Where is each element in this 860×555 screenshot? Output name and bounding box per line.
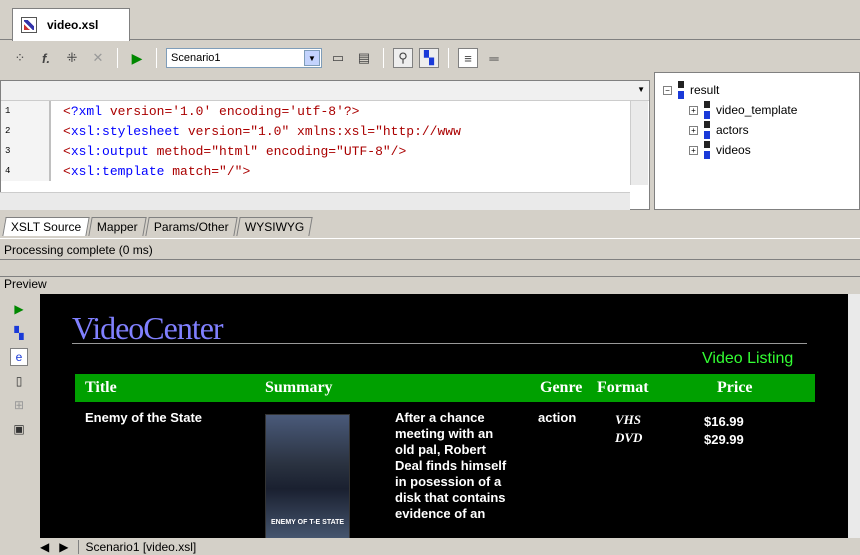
element-icon bbox=[704, 101, 710, 119]
chevron-right-icon[interactable]: ▶ bbox=[59, 540, 68, 554]
align-icon[interactable]: ≡ bbox=[458, 48, 478, 68]
code-line[interactable]: 3 <xsl:output method="html" encoding="UT… bbox=[1, 141, 649, 161]
preview-toolbar: ▶ ▚ e ▯ ⊞ ▣ bbox=[4, 294, 34, 538]
editor-vertical-scrollbar[interactable] bbox=[630, 101, 648, 185]
element-icon bbox=[678, 81, 684, 99]
preview-header: Preview bbox=[0, 276, 860, 294]
table-row: Enemy of the State ENEMY OF T-E STATE Af… bbox=[75, 406, 815, 538]
tree-node-label: video_template bbox=[716, 103, 798, 117]
tree-node[interactable]: + actors bbox=[689, 121, 749, 139]
code-text: <?xml version='1.0' encoding='utf-8'?> bbox=[63, 103, 360, 119]
xsl-file-icon bbox=[21, 17, 37, 33]
debug-icon[interactable]: ⚲ bbox=[393, 48, 413, 68]
scenario-tab-bar: ◀ ▶ Scenario1 [video.xsl] bbox=[0, 538, 860, 555]
breakpoint-icon[interactable]: ⁜ bbox=[62, 48, 82, 68]
code-text: <xsl:output method="html" encoding="UTF-… bbox=[63, 143, 407, 159]
preview-vertical-scrollbar[interactable] bbox=[848, 294, 860, 538]
column-header-summary: Summary bbox=[265, 379, 333, 396]
result-tree-pane: − result + video_template + actors + vid… bbox=[654, 72, 860, 210]
chevron-down-icon[interactable]: ▼ bbox=[637, 85, 645, 94]
tree-view-icon[interactable]: ▚ bbox=[419, 48, 439, 68]
videocenter-logo: VideoCenter bbox=[72, 310, 224, 346]
xslt-toolbar: ⁘ f. ⁜ ✕ ▶ Scenario1 ▼ ▭ ▤ ⚲ ▚ ≡ ═ bbox=[0, 44, 860, 72]
chevron-down-icon[interactable]: ▼ bbox=[304, 50, 320, 66]
xslt-source-editor[interactable]: ▼ 1 <?xml version='1.0' encoding='utf-8'… bbox=[0, 80, 650, 210]
element-icon bbox=[704, 121, 710, 139]
collapse-icon[interactable]: − bbox=[663, 85, 672, 95]
expand-icon[interactable]: + bbox=[689, 145, 698, 155]
header-rule bbox=[72, 343, 807, 344]
preview-title: Preview bbox=[4, 277, 47, 291]
view-tabs: XSLT Source Mapper Params/Other WYSIWYG bbox=[0, 214, 860, 236]
line-number: 1 bbox=[1, 101, 51, 121]
preview-render-area: VideoCenter Video Listing Title Summary … bbox=[40, 294, 848, 538]
code-text: <xsl:template match="/"> bbox=[63, 163, 251, 179]
toolbar-separator bbox=[383, 48, 384, 68]
xml-output-icon[interactable]: ⊞ bbox=[10, 396, 28, 414]
tab-params-other[interactable]: Params/Other bbox=[145, 217, 238, 236]
tree-view-icon[interactable]: ▚ bbox=[10, 324, 28, 342]
xpath-icon[interactable]: ⁘ bbox=[10, 48, 30, 68]
line-number: 4 bbox=[1, 161, 51, 181]
function-icon[interactable]: f. bbox=[36, 48, 56, 68]
toolbar-separator bbox=[156, 48, 157, 68]
scenario-properties-icon[interactable]: ▭ bbox=[328, 48, 348, 68]
tree-node[interactable]: + video_template bbox=[689, 101, 797, 119]
editor-header: ▼ bbox=[1, 81, 649, 101]
save-output-icon[interactable]: ▣ bbox=[10, 420, 28, 438]
document-tab[interactable]: video.xsl bbox=[12, 8, 130, 41]
expand-icon[interactable]: + bbox=[689, 105, 698, 115]
chevron-left-icon[interactable]: ◀ bbox=[40, 540, 49, 554]
run-icon[interactable]: ▶ bbox=[10, 300, 28, 318]
column-header-format: Format bbox=[597, 379, 649, 396]
video-listing-heading: Video Listing bbox=[702, 350, 794, 367]
dvd-price: $29.99 bbox=[704, 432, 744, 447]
movie-poster: ENEMY OF T-E STATE bbox=[265, 414, 350, 538]
expand-icon[interactable]: + bbox=[689, 125, 698, 135]
scenario-select-value: Scenario1 bbox=[171, 52, 221, 64]
tree-node[interactable]: + videos bbox=[689, 141, 751, 159]
toolbar-separator bbox=[117, 48, 118, 68]
document-tab-label: video.xsl bbox=[47, 18, 99, 32]
table-header-row: Title Summary Genre Format Price bbox=[75, 374, 815, 402]
code-line[interactable]: 1 <?xml version='1.0' encoding='utf-8'?> bbox=[1, 101, 649, 121]
vhs-format-icon: VHS bbox=[615, 412, 642, 427]
status-text: Processing complete (0 ms) bbox=[4, 243, 153, 257]
column-header-title: Title bbox=[85, 379, 117, 396]
code-line[interactable]: 2 <xsl:stylesheet version="1.0" xmlns:xs… bbox=[1, 121, 649, 141]
scenario-select[interactable]: Scenario1 ▼ bbox=[166, 48, 322, 68]
element-icon bbox=[704, 141, 710, 159]
run-icon[interactable]: ▶ bbox=[127, 48, 147, 68]
status-bar: Processing complete (0 ms) bbox=[0, 238, 860, 260]
poster-caption: ENEMY OF T-E STATE bbox=[270, 519, 345, 526]
text-output-icon[interactable]: ▯ bbox=[10, 372, 28, 390]
toolbar-separator bbox=[448, 48, 449, 68]
video-genre: action bbox=[538, 410, 577, 425]
video-summary: After a chance meeting with an old pal, … bbox=[395, 410, 507, 521]
line-number: 3 bbox=[1, 141, 51, 161]
tab-mapper[interactable]: Mapper bbox=[88, 217, 147, 236]
document-tab-bar: video.xsl bbox=[0, 0, 860, 41]
browser-icon[interactable]: e bbox=[10, 348, 28, 366]
tab-xslt-source[interactable]: XSLT Source bbox=[2, 217, 90, 236]
output-window-icon[interactable]: ▤ bbox=[354, 48, 374, 68]
code-line[interactable]: 4 <xsl:template match="/"> bbox=[1, 161, 649, 181]
vhs-price: $16.99 bbox=[704, 414, 744, 429]
video-title: Enemy of the State bbox=[85, 410, 203, 425]
editor-horizontal-scrollbar[interactable] bbox=[0, 192, 630, 210]
code-text: <xsl:stylesheet version="1.0" xmlns:xsl=… bbox=[63, 123, 461, 139]
tree-node-label: actors bbox=[716, 123, 749, 137]
tree-node-result[interactable]: − result bbox=[663, 81, 719, 99]
tree-node-label: videos bbox=[716, 143, 751, 157]
list-icon[interactable]: ═ bbox=[484, 48, 504, 68]
clear-breakpoint-icon[interactable]: ✕ bbox=[88, 48, 108, 68]
column-header-genre: Genre bbox=[540, 379, 583, 396]
line-number: 2 bbox=[1, 121, 51, 141]
scenario-tab[interactable]: Scenario1 [video.xsl] bbox=[78, 539, 196, 554]
dvd-format-icon: DVD bbox=[615, 430, 643, 445]
tree-node-label: result bbox=[690, 83, 720, 97]
column-header-price: Price bbox=[717, 379, 753, 396]
tab-wysiwyg[interactable]: WYSIWYG bbox=[235, 217, 313, 236]
